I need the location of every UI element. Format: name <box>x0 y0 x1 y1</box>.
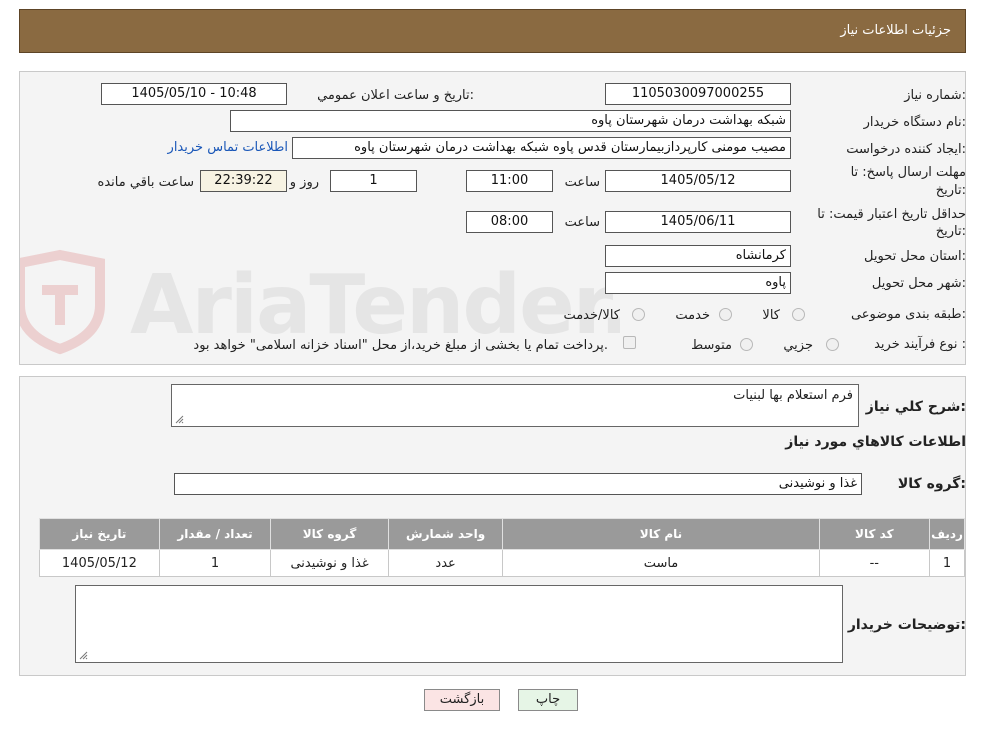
items-table: رديف کد کالا نام کالا واحد شمارش گروه کا… <box>39 518 965 577</box>
deadline-time-label: ساعت <box>564 175 600 190</box>
treasury-payment-note: پرداخت تمام يا بخشی از مبلغ خريد،از محل … <box>193 338 608 353</box>
time-remaining-field[interactable]: 22:39:22 <box>200 170 287 192</box>
validity-label-line2: تاريخ: <box>935 224 966 239</box>
category-service-label: خدمت <box>675 308 710 323</box>
deadline-label-line2: تاريخ: <box>935 183 966 198</box>
process-minor-label: جزيي <box>783 338 813 353</box>
col-group: گروه کالا <box>270 518 389 550</box>
deadline-label-line1: مهلت ارسال پاسخ: تا <box>850 165 966 180</box>
city-label: شهر محل تحويل: <box>871 276 966 291</box>
validity-time-label: ساعت <box>564 215 600 230</box>
buyer-notes-textarea[interactable] <box>75 585 843 663</box>
creator-label: ايجاد کننده درخواست: <box>846 142 966 157</box>
cell-name: ماست <box>502 549 820 577</box>
cell-quantity: 1 <box>158 549 272 577</box>
category-label: طبقه بندی موضوعی: <box>850 307 966 322</box>
province-field[interactable]: کرمانشاه <box>605 245 791 267</box>
summary-textarea[interactable]: فرم استعلام بها لبنیات <box>171 384 859 427</box>
table-row[interactable]: 1 -- ماست عدد غذا و نوشیدنی 1 1405/05/12 <box>39 549 965 577</box>
validity-label-line1: حداقل تاريخ اعتبار قيمت: تا <box>817 207 966 222</box>
validity-date-field[interactable]: 1405/06/11 <box>605 211 791 233</box>
page-title: جزئيات اطلاعات نياز <box>840 23 951 38</box>
page-header: جزئيات اطلاعات نياز <box>19 9 966 53</box>
process-medium-radio[interactable] <box>740 338 753 351</box>
buyer-notes-label: توضيحات خريدار: <box>847 617 966 633</box>
col-row: رديف <box>929 518 965 550</box>
items-title: اطلاعات کالاهاي مورد نياز <box>785 434 966 450</box>
validity-time-field[interactable]: 08:00 <box>466 211 553 233</box>
items-table-header: رديف کد کالا نام کالا واحد شمارش گروه کا… <box>39 518 965 550</box>
creator-field[interactable]: مصیب مومنی کارپردازبیمارستان قدس پاوه شب… <box>292 137 791 159</box>
process-minor-radio[interactable] <box>826 338 839 351</box>
cell-need-date: 1405/05/12 <box>39 549 160 577</box>
deadline-date-field[interactable]: 1405/05/12 <box>605 170 791 192</box>
buyer-label: نام دستگاه خريدار: <box>863 115 966 130</box>
col-name: نام کالا <box>502 518 820 550</box>
cell-unit: عدد <box>387 549 504 577</box>
category-goods-label: کالا <box>762 308 780 323</box>
category-goods-service-radio[interactable] <box>632 308 645 321</box>
resize-grip-icon[interactable] <box>175 415 184 424</box>
summary-text: فرم استعلام بها لبنیات <box>733 388 853 403</box>
category-goods-radio[interactable] <box>792 308 805 321</box>
cell-code: -- <box>818 549 931 577</box>
treasury-payment-checkbox[interactable] <box>623 336 636 349</box>
category-service-radio[interactable] <box>719 308 732 321</box>
summary-label: شرح کلي نياز: <box>865 399 966 415</box>
col-quantity: تعداد / مقدار <box>158 518 272 550</box>
category-goods-service-label: کالا/خدمت <box>563 308 620 323</box>
process-label: نوع فرآيند خريد : <box>874 337 966 352</box>
deadline-time-field[interactable]: 11:00 <box>466 170 553 192</box>
col-unit: واحد شمارش <box>387 518 504 550</box>
group-label: گروه کالا: <box>897 476 966 492</box>
province-label: استان محل تحويل: <box>864 249 966 264</box>
resize-grip-icon[interactable] <box>79 651 88 660</box>
time-remaining-label: ساعت باقي مانده <box>97 175 194 190</box>
print-button[interactable]: چاپ <box>518 689 578 711</box>
col-code: کد کالا <box>818 518 931 550</box>
need-number-field[interactable]: 1105030097000255 <box>605 83 791 105</box>
announce-label: تاريخ و ساعت اعلان عمومي: <box>317 88 474 103</box>
group-field[interactable]: غذا و نوشیدنی <box>174 473 862 495</box>
cell-group: غذا و نوشیدنی <box>270 549 389 577</box>
buyer-contact-link[interactable]: اطلاعات تماس خريدار <box>168 140 288 155</box>
need-number-label: شماره نياز: <box>904 88 966 103</box>
days-label: روز و <box>289 175 319 190</box>
announce-field[interactable]: 1405/05/10 - 10:48 <box>101 83 287 105</box>
city-field[interactable]: پاوه <box>605 272 791 294</box>
cell-row: 1 <box>929 549 965 577</box>
process-medium-label: متوسط <box>691 338 732 353</box>
back-button[interactable]: بازگشت <box>424 689 500 711</box>
days-remaining-field[interactable]: 1 <box>330 170 417 192</box>
col-need-date: تاريخ نياز <box>39 518 160 550</box>
buyer-field[interactable]: شبکه بهداشت درمان شهرستان پاوه <box>230 110 791 132</box>
